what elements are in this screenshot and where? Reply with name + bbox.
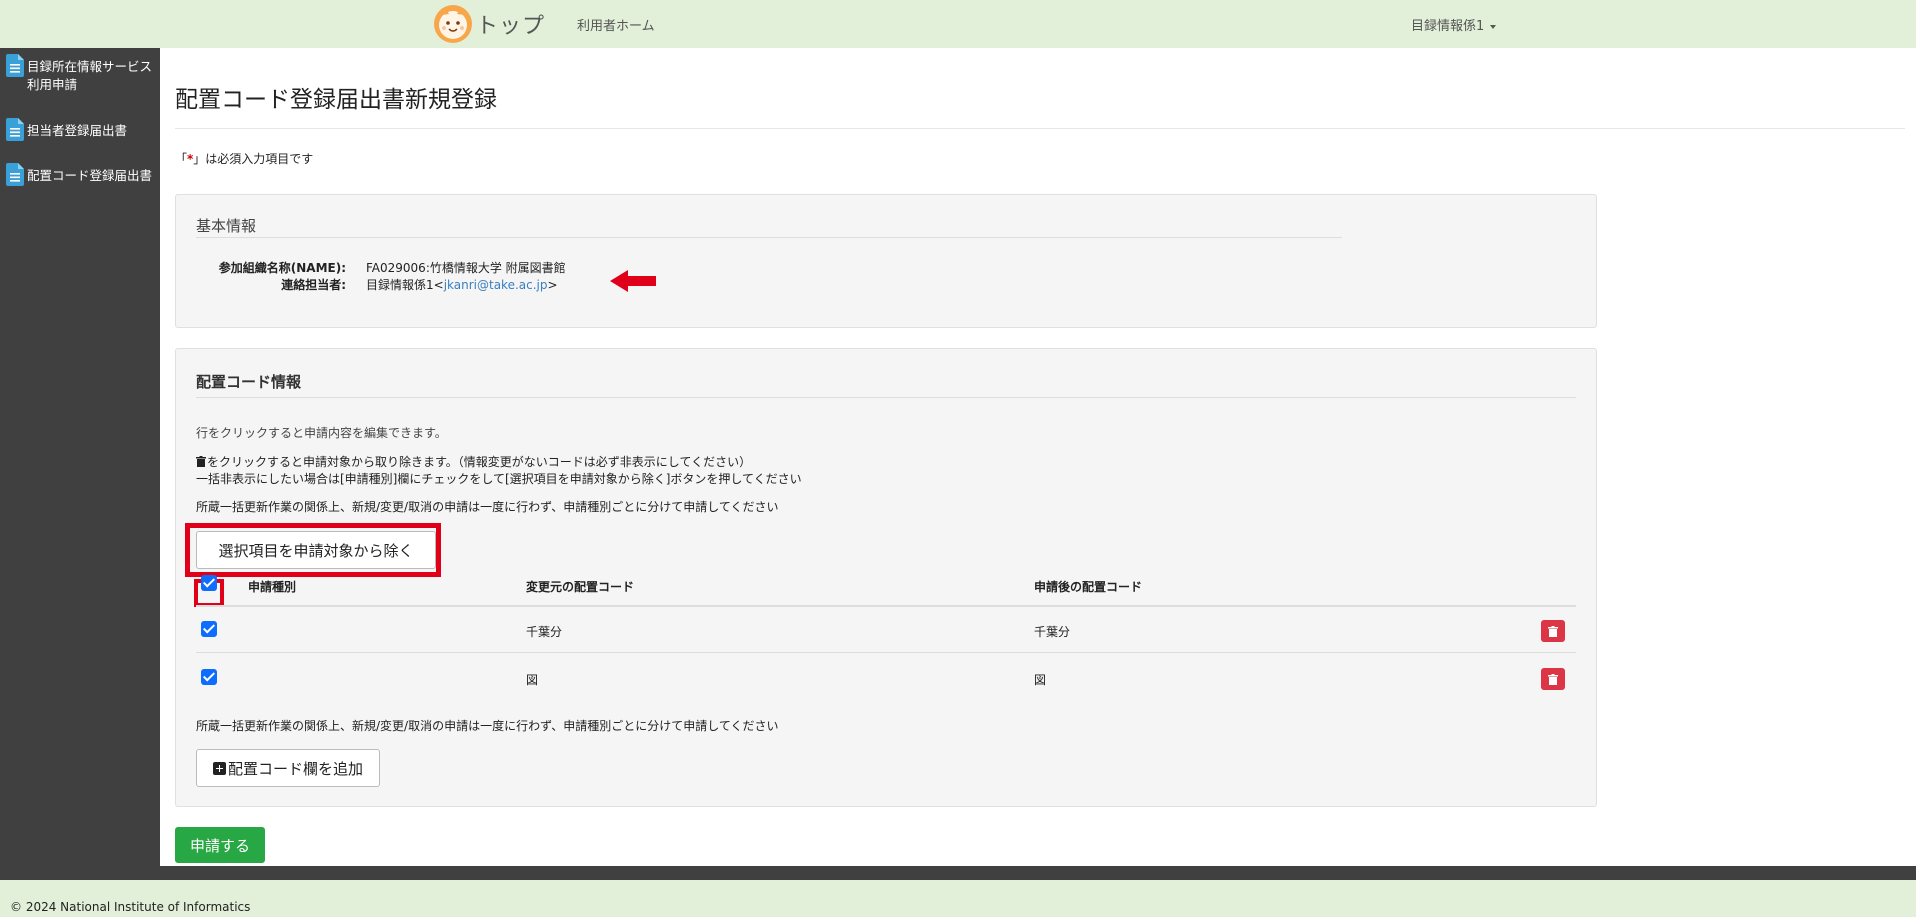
table-header-divider — [196, 605, 1576, 607]
bottom-dark-strip — [0, 866, 1916, 880]
sidebar-item-service-application[interactable]: 目録所在情報サービス利用申請 — [0, 54, 160, 94]
title-divider — [175, 128, 1905, 129]
column-header-type: 申請種別 — [248, 580, 297, 594]
column-header-from: 変更元の配置コード — [526, 580, 635, 594]
contact-email-link[interactable]: jkanri@take.ac.jp — [444, 278, 548, 292]
trash-icon — [1548, 625, 1558, 637]
sidebar-item-location-code[interactable]: 配置コード登録届出書 — [0, 163, 160, 186]
row-checkbox[interactable] — [201, 669, 217, 685]
help-text-bulk: 一括非表示にしたい場合は[申請種別]欄にチェックをして[選択項目を申請対象から除… — [196, 472, 802, 486]
document-icon — [6, 118, 24, 141]
location-code-panel: 配置コード情報 行をクリックすると申請内容を編集できます。 をクリックすると申請… — [175, 348, 1597, 807]
trash-icon — [196, 456, 206, 467]
sidebar-item-label: 目録所在情報サービス利用申請 — [27, 59, 153, 92]
row-to-code: 図 — [1034, 673, 1047, 687]
help-text-edit: 行をクリックすると申請内容を編集できます。 — [196, 426, 447, 440]
row-from-code: 図 — [526, 673, 539, 687]
help-text-separate-bottom: 所蔵一括更新作業の関係上、新規/変更/取消の申請は一度に行わず、申請種別ごとに分… — [196, 719, 779, 733]
plus-square-icon — [212, 761, 226, 775]
location-code-legend: 配置コード情報 — [196, 373, 302, 391]
row-divider — [196, 652, 1576, 653]
row-to-code: 千葉分 — [1034, 625, 1071, 639]
sidebar-item-label: 担当者登録届出書 — [27, 123, 128, 138]
add-code-row-button[interactable]: 配置コード欄を追加 — [196, 749, 380, 787]
row-checkbox[interactable] — [201, 621, 217, 637]
sidebar: 目録所在情報サービス利用申請 担当者登録届出書 配置コード登録届出書 — [0, 48, 160, 866]
basic-info-legend: 基本情報 — [196, 217, 257, 235]
help-text-separate: 所蔵一括更新作業の関係上、新規/変更/取消の申請は一度に行わず、申請種別ごとに分… — [196, 500, 779, 514]
row-from-code: 千葉分 — [526, 625, 563, 639]
contact-value: 目録情報係1<jkanri@take.ac.jp> — [366, 278, 558, 292]
main-content: 配置コード登録届出書新規登録 「*」は必須入力項目です 基本情報 参加組織名称(… — [160, 48, 1916, 866]
mascot-logo-icon — [434, 5, 472, 43]
caret-down-icon — [1490, 24, 1497, 29]
user-menu-dropdown[interactable]: 目録情報係1 — [1411, 15, 1497, 34]
page-title: 配置コード登録届出書新規登録 — [175, 87, 497, 113]
nav-home-link[interactable]: 利用者ホーム — [577, 15, 655, 34]
trash-icon — [1548, 673, 1558, 685]
basic-info-panel: 基本情報 参加組織名称(NAME): FA029006:竹橋情報大学 附属図書館… — [175, 194, 1597, 328]
red-arrow-annotation-icon — [610, 270, 656, 292]
sidebar-item-contact-registration[interactable]: 担当者登録届出書 — [0, 118, 160, 141]
help-text-delete: をクリックすると申請対象から取り除きます。（情報変更がないコードは必ず非表示にし… — [196, 453, 751, 470]
legend-divider — [196, 237, 1342, 238]
top-navbar: トップ 利用者ホーム 目録情報係1 — [0, 0, 1916, 48]
select-all-checkbox[interactable] — [201, 575, 217, 591]
delete-row-button[interactable] — [1541, 668, 1565, 690]
sidebar-item-label: 配置コード登録届出書 — [27, 168, 153, 183]
brand-text: トップ — [476, 14, 546, 39]
brand-link[interactable]: トップ — [432, 4, 545, 44]
contact-label: 連絡担当者: — [281, 278, 346, 292]
footer-copyright: © 2024 National Institute of Informatics — [10, 900, 251, 914]
legend-divider — [196, 397, 1576, 398]
user-menu-label: 目録情報係1 — [1411, 19, 1485, 34]
required-note: 「*」は必須入力項目です — [175, 152, 314, 166]
org-value: FA029006:竹橋情報大学 附属図書館 — [366, 261, 566, 275]
submit-button[interactable]: 申請する — [175, 827, 265, 863]
column-header-to: 申請後の配置コード — [1034, 580, 1143, 594]
org-label: 参加組織名称(NAME): — [218, 261, 346, 275]
document-icon — [6, 163, 24, 186]
delete-row-button[interactable] — [1541, 620, 1565, 642]
exclude-selected-button[interactable]: 選択項目を申請対象から除く — [196, 531, 436, 569]
document-icon — [6, 54, 24, 77]
